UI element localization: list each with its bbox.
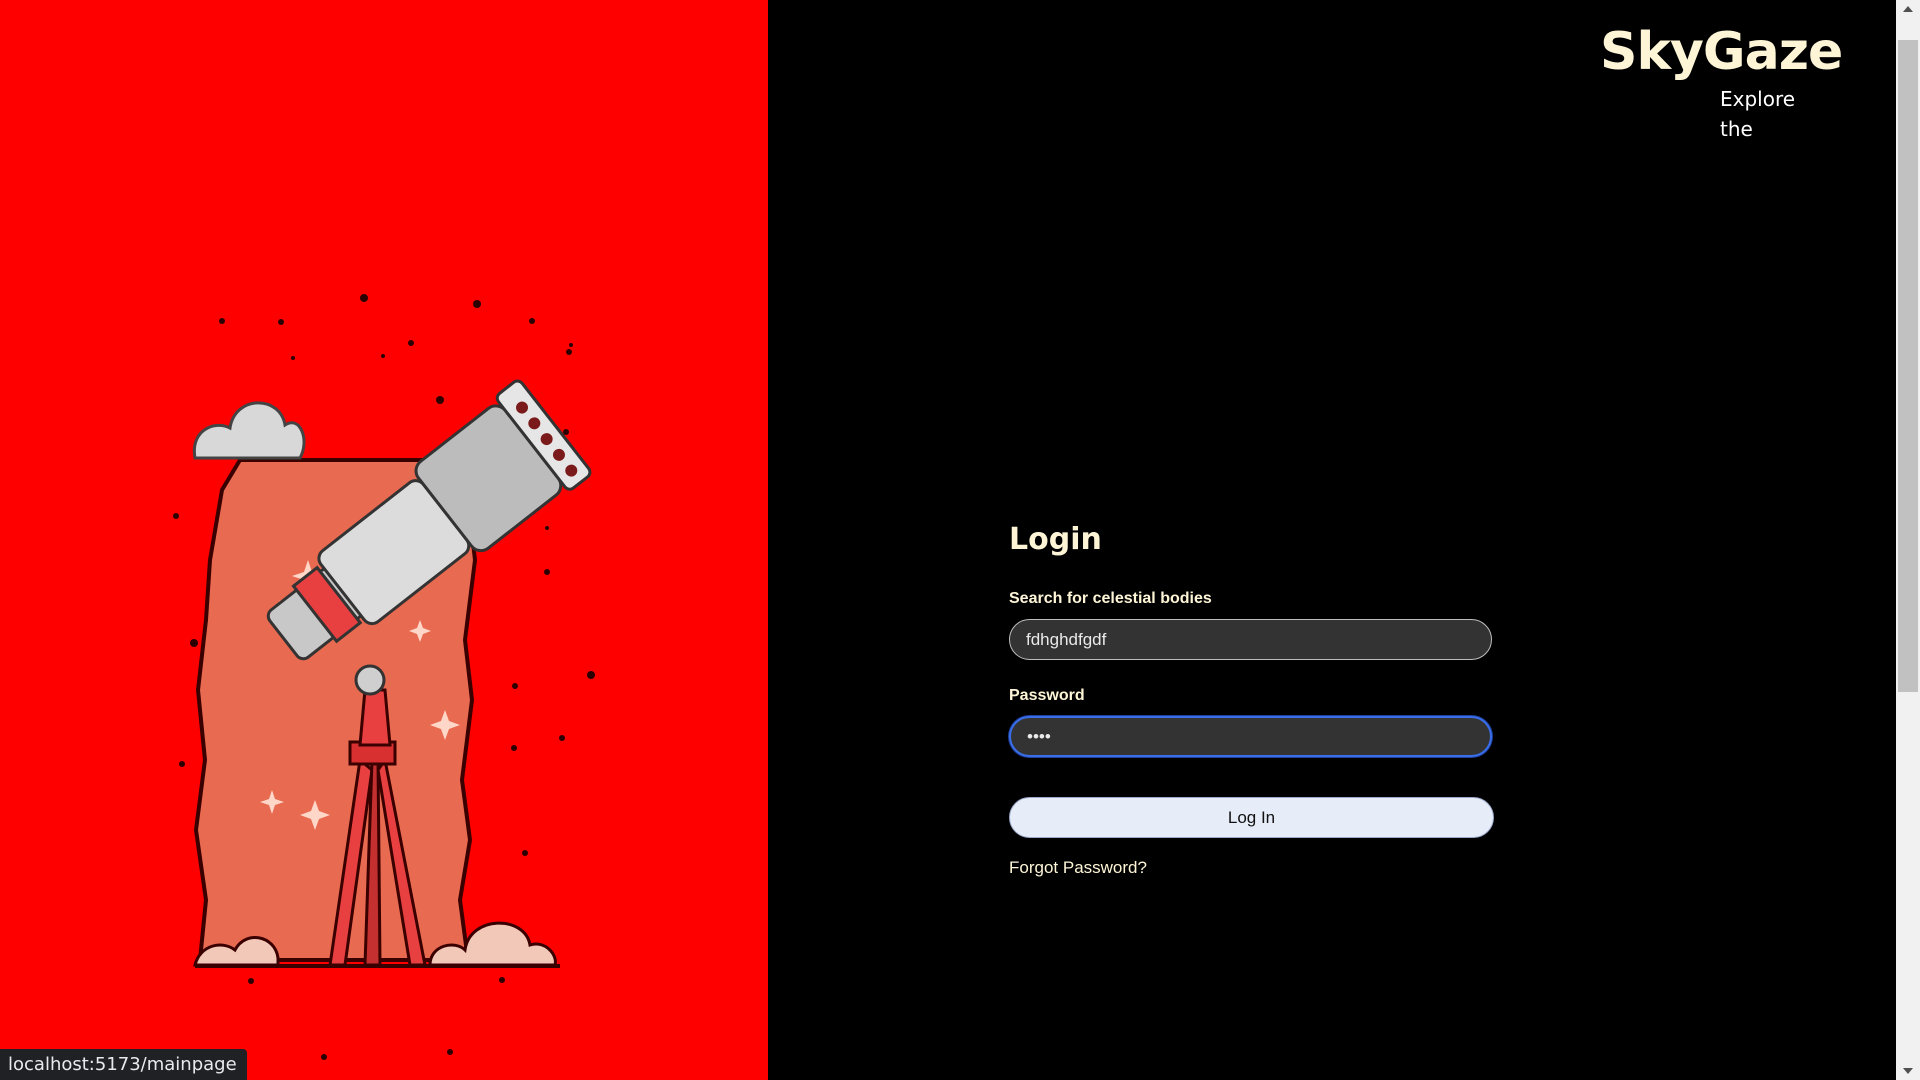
forgot-password-link[interactable]: Forgot Password? [1009,858,1147,878]
login-button[interactable]: Log In [1009,797,1494,838]
status-bar-url: localhost:5173/mainpage [0,1049,247,1080]
app-window: SkyGaze Explore the Login Search for cel… [0,0,1920,1080]
telescope-illustration [173,294,595,1060]
search-input[interactable] [1009,619,1492,660]
hero-illustration-panel [0,0,768,1080]
search-label: Search for celestial bodies [1009,590,1212,607]
login-title: Login [1009,522,1102,557]
search-field-group: Search for celestial bodies [1009,588,1495,660]
scrollbar-thumb[interactable] [1898,40,1918,692]
brand-title: SkyGaze [1600,22,1843,82]
vertical-scrollbar[interactable] [1896,0,1920,1080]
brand-tagline: Explore the [1720,87,1796,141]
password-label: Password [1009,687,1085,704]
login-form: Login Search for celestial bodies Passwo… [1009,520,1495,878]
scroll-up-icon[interactable] [1903,6,1913,12]
password-input[interactable] [1009,716,1492,757]
password-field-group: Password [1009,685,1495,757]
scroll-down-icon[interactable] [1903,1068,1913,1074]
